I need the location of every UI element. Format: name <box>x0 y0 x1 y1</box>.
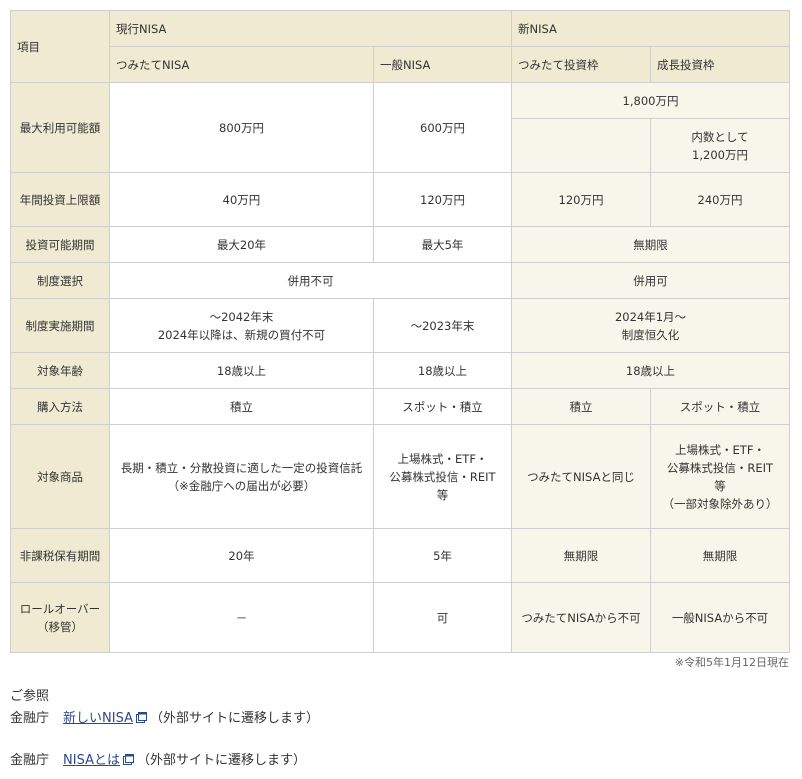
external-link-icon <box>122 751 134 773</box>
cell-age-new: 18歳以上 <box>511 352 790 389</box>
table-row: 非課税保有期間 20年 5年 無期限 無期限 <box>10 528 790 583</box>
table-subheader-row: つみたてNISA 一般NISA つみたて投資枠 成長投資枠 <box>11 46 790 83</box>
table-row: 対象商品 長期・積立・分散投資に適した一定の投資信託 （※金融庁への届出が必要） … <box>10 424 790 529</box>
table-row: 最大利用可能額 800万円 600万円 1,800万円 <box>10 82 790 173</box>
header-item: 項目 <box>10 10 110 83</box>
header-seicho-waku: 成長投資枠 <box>650 46 790 83</box>
cell-impl-new: 2024年1月～ 制度恒久化 <box>511 298 790 353</box>
row-label-annual: 年間投資上限額 <box>10 172 110 227</box>
cell-annual-new-seicho: 240万円 <box>650 172 790 227</box>
reference-item: 金融庁 NISAとは （外部サイトに遷移します） <box>10 750 319 772</box>
table-row: 投資可能期間 最大20年 最大5年 無期限 <box>10 226 790 263</box>
row-label-rollover: ロールオーバー （移管） <box>10 582 110 653</box>
page: 項目 現行NISA 新NISA つみたてNISA 一般NISA つみたて投資枠 … <box>0 0 802 779</box>
cell-products-new-tsumitate: つみたてNISAと同じ <box>511 424 651 529</box>
row-label-max: 最大利用可能額 <box>10 82 110 173</box>
cell-max-tsumitate: 800万円 <box>109 82 374 173</box>
header-tsumitate-nisa: つみたてNISA <box>109 46 374 83</box>
reference-org: 金融庁 <box>10 711 50 726</box>
as-of-date-note: ※令和5年1月12日現在 <box>674 656 789 669</box>
header-ippan-nisa: 一般NISA <box>373 46 512 83</box>
cell-rollover-new-tsumitate: つみたてNISAから不可 <box>511 582 651 653</box>
cell-max-ippan: 600万円 <box>373 82 512 173</box>
cell-period-ippan: 最大5年 <box>373 226 512 263</box>
cell-rollover-new-seicho: 一般NISAから不可 <box>650 582 790 653</box>
cell-age-tsumitate: 18歳以上 <box>109 352 374 389</box>
cell-max-new-tsumitate-empty <box>511 118 651 173</box>
cell-rollover-ippan: 可 <box>373 582 512 653</box>
cell-buy-new-seicho: スポット・積立 <box>650 388 790 425</box>
row-label-period: 投資可能期間 <box>10 226 110 263</box>
cell-buy-new-tsumitate: 積立 <box>511 388 651 425</box>
row-label-holding: 非課税保有期間 <box>10 528 110 583</box>
cell-products-tsumitate: 長期・積立・分散投資に適した一定の投資信託 （※金融庁への届出が必要） <box>109 424 374 529</box>
header-new-nisa: 新NISA <box>511 10 790 47</box>
table-row: 対象年齢 18歳以上 18歳以上 18歳以上 <box>10 352 790 389</box>
table-row: 制度選択 併用不可 併用可 <box>10 262 790 299</box>
table-header-row: 項目 現行NISA 新NISA <box>10 10 790 83</box>
cell-products-new-seicho: 上場株式・ETF・ 公募株式投信・REIT 等（一部対象除外あり） <box>650 424 790 529</box>
references-title: ご参照 <box>10 689 50 704</box>
reference-item: 金融庁 新しいNISA （外部サイトに遷移します） <box>10 708 319 730</box>
cell-period-tsumitate: 最大20年 <box>109 226 374 263</box>
cell-impl-ippan: ～2023年末 <box>373 298 512 353</box>
table-row: 購入方法 積立 スポット・積立 積立 スポット・積立 <box>10 388 790 425</box>
cell-annual-new-tsumitate: 120万円 <box>511 172 651 227</box>
link-nisa-towa[interactable]: NISAとは <box>63 753 120 768</box>
row-label-products: 対象商品 <box>10 424 110 529</box>
cell-products-ippan: 上場株式・ETF・ 公募株式投信・REIT 等 <box>373 424 512 529</box>
link-new-nisa[interactable]: 新しいNISA <box>63 711 133 726</box>
cell-rollover-tsumitate: － <box>109 582 374 653</box>
table-row: ロールオーバー （移管） － 可 つみたてNISAから不可 一般NISAから不可 <box>10 582 790 653</box>
cell-buy-ippan: スポット・積立 <box>373 388 512 425</box>
nisa-comparison-table: 項目 現行NISA 新NISA つみたてNISA 一般NISA つみたて投資枠 … <box>10 10 790 653</box>
row-label-age: 対象年齢 <box>10 352 110 389</box>
cell-max-new-seicho: 内数として 1,200万円 <box>650 118 790 173</box>
references-section: ご参照 金融庁 新しいNISA （外部サイトに遷移します） 金融庁 NISAとは （外部… <box>10 686 319 772</box>
external-site-note: （外部サイトに遷移します） <box>136 753 306 768</box>
cell-select-new: 併用可 <box>511 262 790 299</box>
cell-period-new: 無期限 <box>511 226 790 263</box>
reference-org: 金融庁 <box>10 753 50 768</box>
cell-max-new-total: 1,800万円 <box>511 82 790 119</box>
cell-holding-ippan: 5年 <box>373 528 512 583</box>
row-label-buy: 購入方法 <box>10 388 110 425</box>
external-site-note: （外部サイトに遷移します） <box>149 711 319 726</box>
row-label-select: 制度選択 <box>10 262 110 299</box>
cell-annual-ippan: 120万円 <box>373 172 512 227</box>
external-link-icon <box>135 709 147 731</box>
cell-holding-new-seicho: 無期限 <box>650 528 790 583</box>
cell-annual-tsumitate: 40万円 <box>109 172 374 227</box>
row-label-impl: 制度実施期間 <box>10 298 110 353</box>
cell-holding-new-tsumitate: 無期限 <box>511 528 651 583</box>
cell-select-current: 併用不可 <box>109 262 512 299</box>
cell-buy-tsumitate: 積立 <box>109 388 374 425</box>
table-row: 制度実施期間 ～2042年末 2024年以降は、新規の買付不可 ～2023年末 2… <box>10 298 790 353</box>
cell-holding-tsumitate: 20年 <box>109 528 374 583</box>
header-tsumitate-waku: つみたて投資枠 <box>511 46 651 83</box>
table-row: 年間投資上限額 40万円 120万円 120万円 240万円 <box>10 172 790 227</box>
cell-impl-tsumitate: ～2042年末 2024年以降は、新規の買付不可 <box>109 298 374 353</box>
header-current-nisa: 現行NISA <box>109 10 512 47</box>
cell-age-ippan: 18歳以上 <box>373 352 512 389</box>
